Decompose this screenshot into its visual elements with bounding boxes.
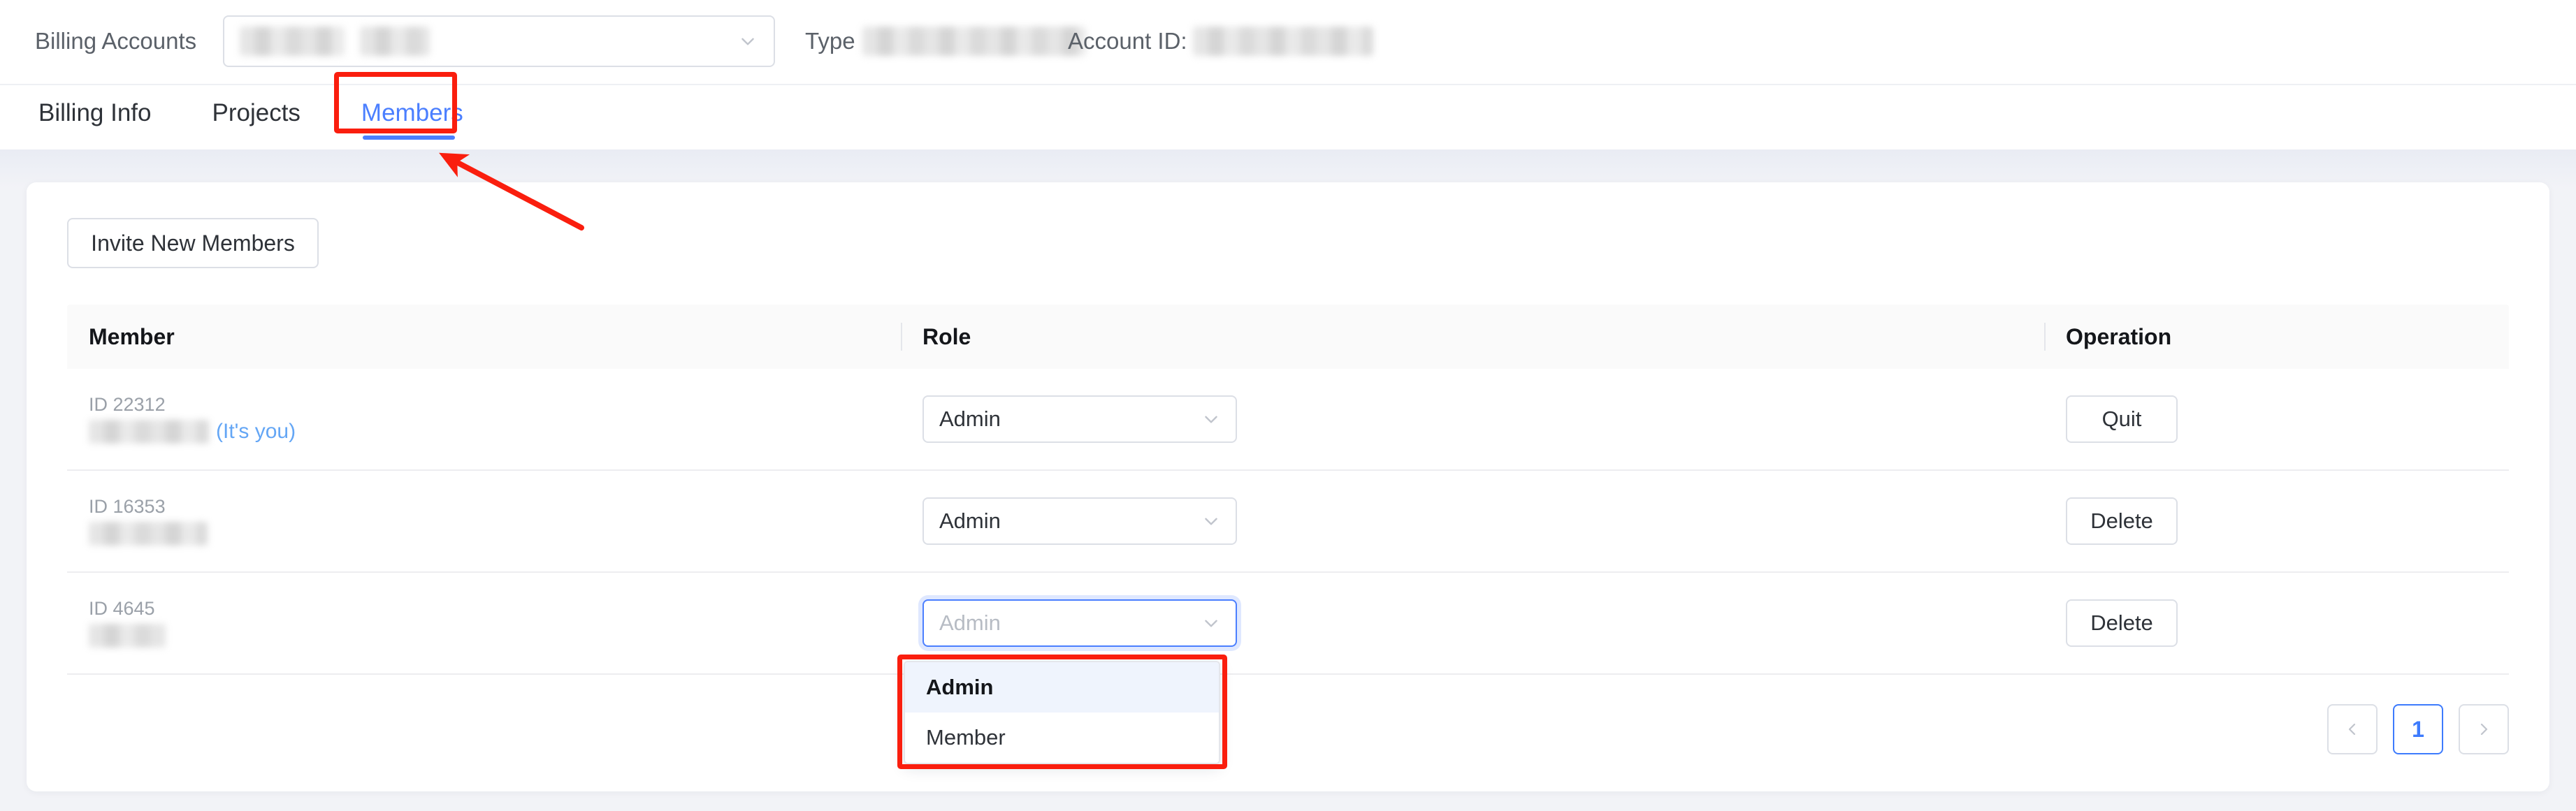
tab-projects-label: Projects — [212, 99, 301, 126]
member-cell: ID 4645 — [67, 572, 901, 674]
role-select[interactable]: Admin — [922, 497, 1237, 545]
table-row: ID 16353 Admin Delete — [67, 471, 2509, 573]
operation-cell: Quit — [2044, 368, 2509, 470]
role-dropdown-menu: Admin Member — [904, 661, 1220, 764]
column-header-operation: Operation — [2044, 305, 2509, 369]
member-id-label: ID 16353 — [89, 495, 166, 517]
redacted-member-name — [89, 623, 166, 648]
tab-members-label: Members — [361, 99, 463, 126]
delete-button[interactable]: Delete — [2066, 599, 2178, 647]
chevron-down-icon — [1202, 512, 1220, 530]
member-name-row — [89, 521, 208, 546]
billing-accounts-label: Billing Accounts — [35, 28, 197, 54]
member-cell: ID 22312 (It's you) — [67, 368, 901, 470]
pagination: 1 — [2327, 704, 2509, 754]
delete-button[interactable]: Delete — [2066, 497, 2178, 545]
members-table: Member Role Operation ID 22312 (It's you… — [67, 305, 2509, 675]
role-select-value: Admin — [939, 509, 1001, 533]
account-id-group: Account ID: — [1068, 27, 1373, 56]
role-cell: Admin — [901, 470, 2044, 572]
top-bar: Billing Accounts Type Account ID: — [0, 0, 2576, 85]
quit-button[interactable]: Quit — [2066, 395, 2178, 443]
tab-projects[interactable]: Projects — [212, 85, 300, 127]
chevron-down-icon — [1202, 410, 1220, 428]
redacted-member-name — [89, 521, 208, 546]
role-option-admin[interactable]: Admin — [905, 662, 1219, 713]
pagination-page-1-button[interactable]: 1 — [2393, 704, 2443, 754]
members-card: Invite New Members Member Role Operation… — [27, 182, 2549, 791]
redacted-account-name-part2 — [360, 27, 430, 56]
role-select-value: Admin — [939, 407, 1001, 431]
table-header-row: Member Role Operation — [67, 305, 2509, 369]
column-header-role: Role — [901, 305, 2044, 369]
redacted-account-type-value — [862, 27, 1086, 56]
tab-members[interactable]: Members — [361, 85, 463, 140]
column-header-member: Member — [89, 323, 175, 349]
account-id-label: Account ID: — [1068, 28, 1187, 54]
chevron-down-icon — [1202, 614, 1220, 632]
operation-cell: Delete — [2044, 572, 2509, 674]
role-cell: Admin — [901, 572, 2044, 674]
member-id-label: ID 4645 — [89, 597, 155, 619]
tab-billing-info-label: Billing Info — [38, 99, 152, 126]
tab-billing-info[interactable]: Billing Info — [38, 85, 151, 127]
pagination-next-button[interactable] — [2459, 704, 2509, 754]
table-row: ID 4645 Admin Delete — [67, 573, 2509, 675]
redacted-account-id-value — [1192, 27, 1373, 56]
pagination-prev-button[interactable] — [2327, 704, 2378, 754]
tab-bar: Billing Info Projects Members — [0, 85, 2576, 149]
billing-account-select[interactable] — [223, 15, 776, 67]
redacted-member-name — [89, 419, 209, 444]
account-type-label: Type — [805, 28, 855, 54]
app-screen: Billing Accounts Type Account ID: Billin… — [0, 0, 2576, 811]
billing-accounts-group: Billing Accounts — [35, 14, 776, 68]
member-id-label: ID 22312 — [89, 393, 166, 415]
member-name-row — [89, 623, 166, 648]
role-select-open[interactable]: Admin — [922, 599, 1237, 647]
redacted-account-name-part1 — [240, 27, 345, 56]
invite-new-members-button[interactable]: Invite New Members — [67, 218, 319, 268]
role-cell: Admin — [901, 368, 2044, 470]
chevron-down-icon — [739, 32, 757, 50]
member-name-row: (It's you) — [89, 419, 296, 444]
its-you-label: (It's you) — [216, 419, 296, 443]
page-body: Invite New Members Member Role Operation… — [0, 149, 2576, 811]
role-select-value: Admin — [939, 611, 1001, 635]
role-select[interactable]: Admin — [922, 395, 1237, 443]
active-tab-underline — [362, 136, 455, 140]
operation-cell: Delete — [2044, 470, 2509, 572]
role-option-member[interactable]: Member — [905, 713, 1219, 763]
account-type-group: Type — [805, 27, 1086, 56]
table-row: ID 22312 (It's you) Admin Quit — [67, 369, 2509, 471]
tab-list: Billing Info Projects Members — [38, 85, 524, 149]
member-cell: ID 16353 — [67, 470, 901, 572]
